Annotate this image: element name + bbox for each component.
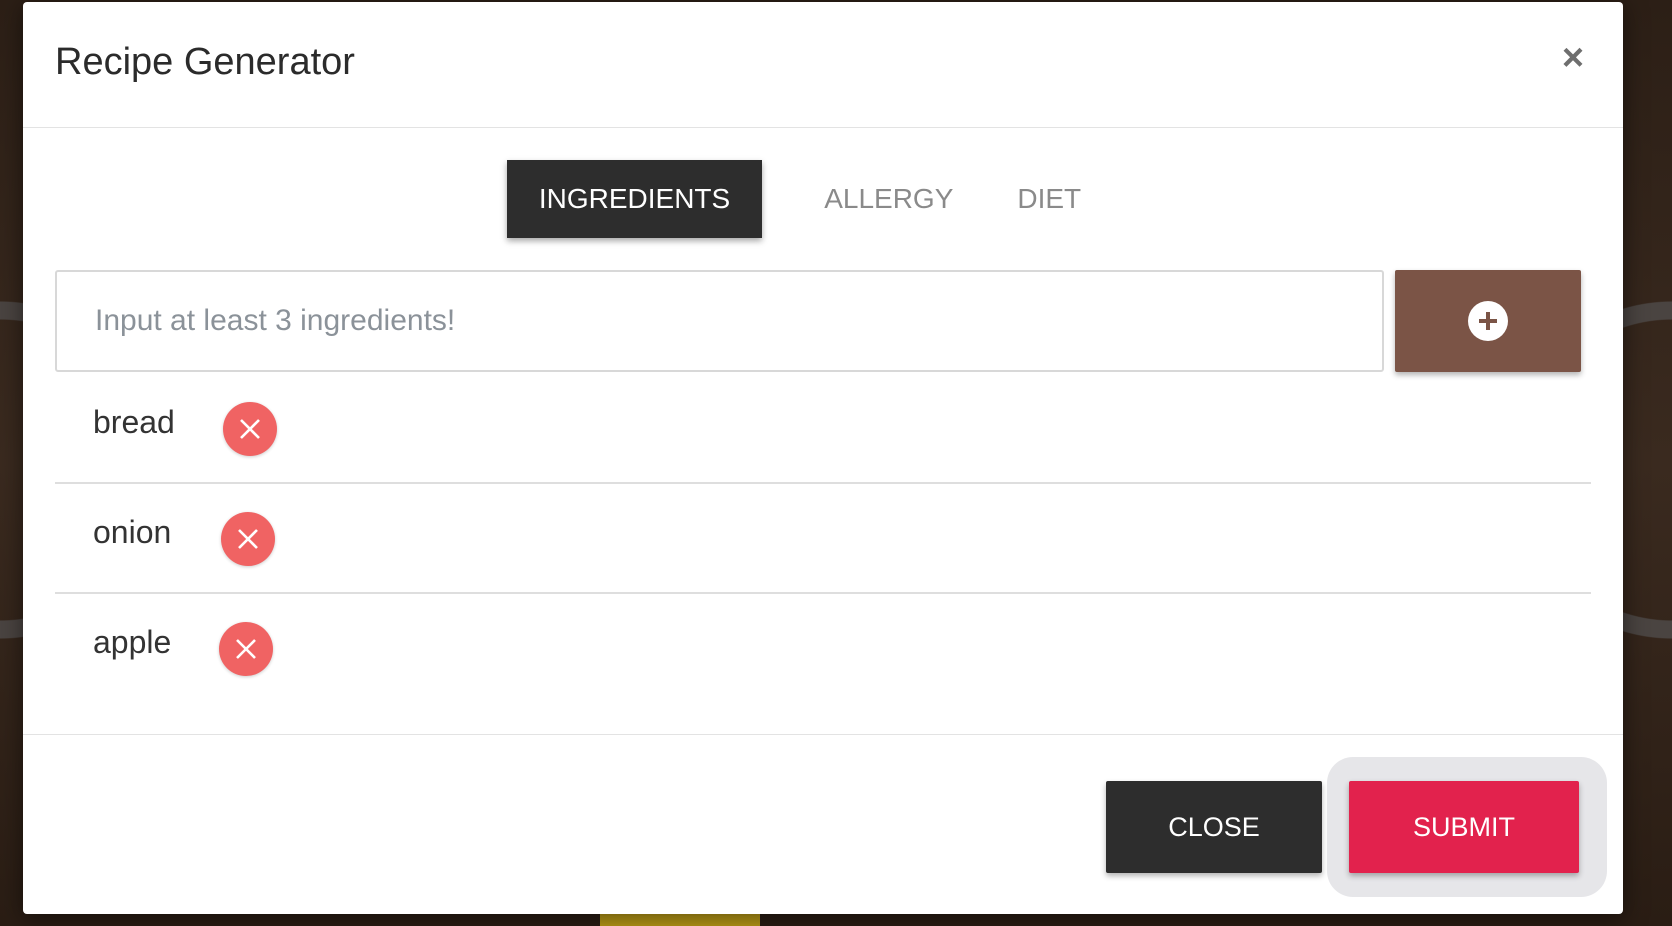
ingredient-list: bread onion apple <box>55 374 1591 704</box>
close-button[interactable]: CLOSE <box>1106 781 1322 873</box>
x-circle-icon <box>236 639 256 659</box>
x-circle-icon <box>238 529 258 549</box>
remove-ingredient-button[interactable] <box>221 512 275 566</box>
ingredient-label: bread <box>93 404 175 440</box>
close-icon[interactable]: × <box>1553 37 1593 79</box>
ingredient-label: apple <box>93 624 172 660</box>
remove-ingredient-button[interactable] <box>219 622 273 676</box>
tab-bar: INGREDIENTS ALLERGY DIET <box>23 160 1623 238</box>
x-circle-icon <box>240 419 260 439</box>
tab-ingredients[interactable]: INGREDIENTS <box>506 160 763 238</box>
plus-circle-icon <box>1468 301 1508 341</box>
tab-allergy[interactable]: ALLERGY <box>792 160 985 238</box>
remove-ingredient-button[interactable] <box>223 402 277 456</box>
recipe-generator-modal: Recipe Generator × INGREDIENTS ALLERGY D… <box>23 2 1623 914</box>
list-item: onion <box>55 484 1591 594</box>
tab-diet[interactable]: DIET <box>985 160 1113 238</box>
list-item: bread <box>55 374 1591 484</box>
ingredient-input-row <box>55 270 1589 372</box>
modal-footer: CLOSE SUBMIT <box>23 734 1623 914</box>
modal-header: Recipe Generator × <box>23 2 1623 128</box>
ingredient-input[interactable] <box>55 270 1384 372</box>
submit-button[interactable]: SUBMIT <box>1349 781 1579 873</box>
list-item: apple <box>55 594 1591 704</box>
add-ingredient-button[interactable] <box>1395 270 1581 372</box>
ingredient-label: onion <box>93 514 172 550</box>
modal-title: Recipe Generator <box>55 41 355 83</box>
